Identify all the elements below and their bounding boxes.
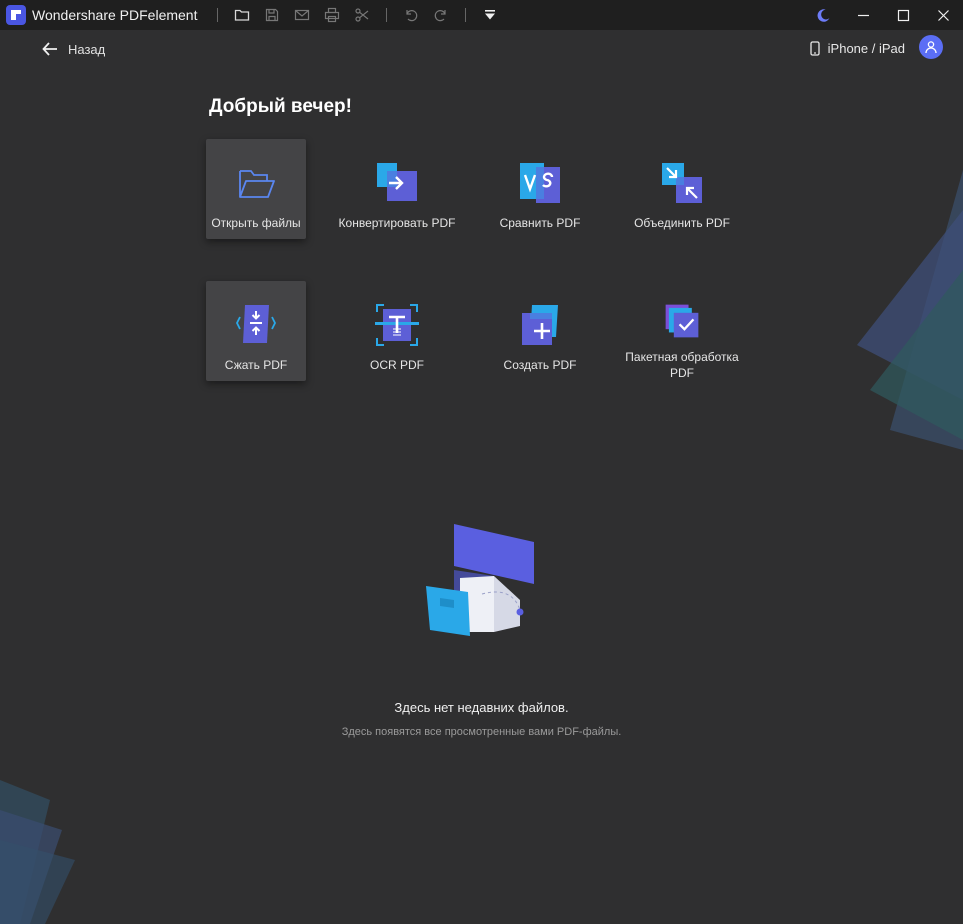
batch-icon xyxy=(665,304,699,338)
tile-ocr-pdf[interactable]: OCR PDF xyxy=(347,281,447,381)
tile-label: Создать PDF xyxy=(503,358,577,372)
mail-icon xyxy=(295,9,310,21)
compare-icon xyxy=(520,163,560,203)
minimize-button[interactable] xyxy=(843,0,883,30)
cut-button[interactable] xyxy=(349,2,375,28)
print-button[interactable] xyxy=(319,2,345,28)
undo-icon xyxy=(406,10,418,22)
maximize-icon xyxy=(897,9,909,21)
convert-icon xyxy=(377,163,417,201)
minimize-icon xyxy=(857,14,869,16)
account-avatar[interactable] xyxy=(919,35,943,59)
tile-label: Сравнить PDF xyxy=(499,216,581,230)
decorative-shapes-right xyxy=(857,170,963,450)
tile-batch-pdf[interactable]: Пакетная обработка PDF xyxy=(625,281,739,381)
print-icon xyxy=(325,7,340,23)
undo-button[interactable] xyxy=(398,2,424,28)
save-icon xyxy=(266,8,279,22)
tile-compress-pdf[interactable]: Сжать PDF xyxy=(206,281,306,381)
theme-toggle-button[interactable] xyxy=(803,0,843,30)
mail-button[interactable] xyxy=(289,2,315,28)
back-button[interactable]: Назад xyxy=(42,38,105,60)
arrow-left-icon xyxy=(42,42,57,56)
tile-convert-pdf[interactable]: Конвертировать PDF xyxy=(339,139,455,239)
save-button[interactable] xyxy=(259,2,285,28)
ocr-icon xyxy=(375,304,419,346)
compress-icon xyxy=(235,305,277,343)
empty-state-subtitle: Здесь появятся все просмотренные вами PD… xyxy=(341,726,622,738)
tile-compare-pdf[interactable]: Сравнить PDF xyxy=(490,139,590,239)
empty-state-title: Здесь нет недавних файлов. xyxy=(394,700,569,715)
decorative-shapes-left xyxy=(0,780,75,924)
back-label: Назад xyxy=(68,41,106,57)
redo-button[interactable] xyxy=(428,2,454,28)
merge-icon xyxy=(662,163,702,203)
device-label: iPhone / iPad xyxy=(827,40,905,56)
tile-label: Сжать PDF xyxy=(224,358,288,372)
maximize-button[interactable] xyxy=(883,0,923,30)
tile-label: Конвертировать PDF xyxy=(338,216,456,230)
title-bar: Wondershare PDFelement xyxy=(0,0,963,30)
phone-icon xyxy=(810,40,820,56)
tile-label: OCR PDF xyxy=(370,358,424,372)
toolbar-divider xyxy=(217,8,219,22)
dropdown-icon xyxy=(485,10,496,20)
tile-merge-pdf[interactable]: Объединить PDF xyxy=(632,139,732,239)
scissors-icon xyxy=(355,8,369,22)
app-logo-icon xyxy=(6,5,26,25)
tile-label: Пакетная обработка PDF xyxy=(625,350,739,380)
toolbar-divider xyxy=(386,8,388,22)
open-folder-button[interactable] xyxy=(229,2,255,28)
empty-recent-files-illustration xyxy=(426,524,534,636)
create-icon xyxy=(522,305,558,345)
toolbar-divider xyxy=(465,8,467,22)
tile-label: Объединить PDF xyxy=(634,216,730,230)
moon-icon xyxy=(817,8,829,22)
window-controls xyxy=(803,0,963,30)
open-folder-icon xyxy=(239,170,275,198)
close-icon xyxy=(937,9,949,21)
greeting-heading: Добрый вечер! xyxy=(209,96,352,117)
tile-open-files[interactable]: Открыть файлы xyxy=(206,139,306,239)
folder-icon xyxy=(235,9,250,21)
redo-icon xyxy=(435,10,447,22)
tile-label: Открыть файлы xyxy=(211,216,301,230)
app-title: Wondershare PDFelement xyxy=(32,7,198,23)
iphone-ipad-button[interactable]: iPhone / iPad xyxy=(810,37,905,59)
user-icon xyxy=(925,41,937,54)
quick-access-dropdown[interactable] xyxy=(477,2,503,28)
tile-create-pdf[interactable]: Создать PDF xyxy=(490,281,590,381)
close-button[interactable] xyxy=(923,0,963,30)
